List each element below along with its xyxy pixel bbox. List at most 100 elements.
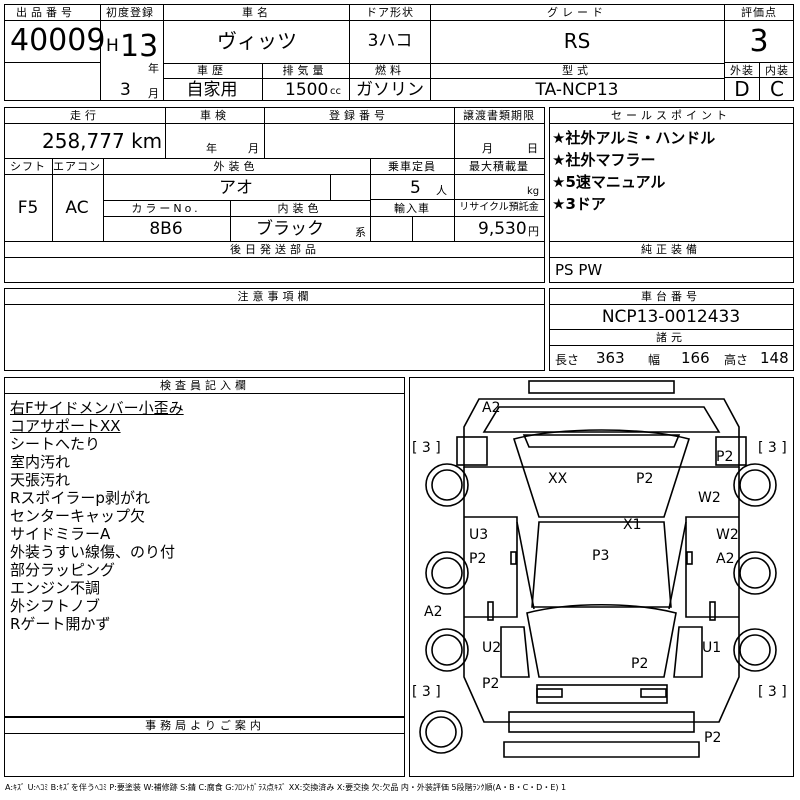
capacity-unit: 人: [436, 184, 447, 197]
tire-mark: [ 3 ]: [412, 440, 441, 456]
recycle-label: リサイクル預託金: [459, 202, 539, 213]
fuel-label: 燃料: [375, 64, 405, 77]
damage-mark: W2: [716, 527, 739, 543]
width-label: 幅: [648, 353, 661, 367]
int-color: ブラック: [256, 219, 324, 239]
ext-color-label: 外装色: [213, 160, 259, 173]
inspector-line: センターキャップ欠: [10, 507, 146, 525]
insp-year-unit: 年: [206, 142, 217, 155]
capacity-label: 乗車定員: [388, 160, 436, 173]
damage-mark: U1: [702, 640, 722, 656]
mileage-label: 走行: [70, 109, 100, 122]
inspector-line: エンジン不調: [10, 579, 101, 597]
color-no-label: カラーNo.: [131, 202, 201, 215]
sales-points-label: セールスポイント: [611, 109, 731, 122]
sales-point: ★社外アルミ・ハンドル: [552, 129, 716, 147]
model-label: 型式: [562, 64, 592, 77]
int-color-label: 内装色: [277, 202, 323, 215]
height: 148: [760, 349, 789, 367]
inspector-line: Rスポイラーp剥がれ: [10, 489, 150, 507]
inspector-line: Rゲート開かず: [10, 615, 111, 633]
inspector-line: シートへたり: [10, 435, 101, 453]
aircon: AC: [65, 198, 89, 218]
damage-mark: P2: [704, 730, 722, 746]
ac-label: エアコン: [53, 160, 101, 173]
tire-mark: [ 3 ]: [758, 440, 787, 456]
inspector-line: 天張汚れ: [10, 471, 71, 489]
score: 3: [749, 24, 769, 59]
reg-number-label: 登録番号: [329, 109, 389, 122]
lot-number: 40009: [10, 23, 106, 58]
tire-mark: [ 3 ]: [758, 684, 787, 700]
car-name-label: 車名: [242, 6, 272, 19]
door-label: ドア形状: [366, 6, 414, 19]
damage-mark: W2: [698, 490, 721, 506]
ext-score: D: [734, 77, 750, 101]
transfer-day-unit: 日: [527, 142, 538, 155]
history-label: 車歴: [197, 64, 227, 77]
insp-month-unit: 月: [248, 142, 259, 155]
length-label: 長さ: [555, 353, 580, 367]
fuel: ガソリン: [356, 80, 424, 100]
inspector-line: 外装うすい線傷、のり付: [10, 543, 176, 561]
history: 自家用: [186, 80, 238, 100]
damage-mark: A2: [482, 400, 501, 416]
disp-label: 排気量: [282, 64, 328, 77]
car-name: ヴィッツ: [217, 29, 297, 53]
dims-label: 諸元: [656, 331, 686, 344]
disp-unit: cc: [330, 86, 341, 97]
inspection-label: 車検: [200, 109, 230, 122]
model-code: TA-NCP13: [535, 80, 619, 100]
inspector-lines: 右Fサイドメンバー小歪み コアサポートXX シートへたり 室内汚れ 天張汚れ R…: [10, 397, 184, 633]
int-label: 内装: [765, 64, 789, 77]
damage-mark: P2: [482, 676, 500, 692]
first-reg-month: 3: [120, 80, 131, 100]
door-type: 3ハコ: [367, 31, 413, 51]
score-label: 評価点: [741, 6, 777, 19]
damage-mark: P2: [636, 471, 654, 487]
damage-mark: P2: [469, 551, 487, 567]
notes-label: 注意事項欄: [237, 290, 313, 303]
chassis-label: 車台番号: [641, 290, 701, 303]
era: H: [106, 36, 119, 56]
load-unit: kg: [527, 186, 540, 197]
damage-mark: U2: [482, 640, 502, 656]
equipment-label: 純正装備: [641, 243, 701, 256]
damage-mark: P2: [716, 449, 734, 465]
grade-label: グレード: [547, 6, 607, 19]
inspector-line: 右Fサイドメンバー小歪み: [10, 399, 184, 417]
first-reg-year: 13: [120, 29, 159, 64]
import-label: 輸入車: [394, 202, 430, 215]
damage-mark: P3: [592, 548, 610, 564]
int-score: C: [770, 77, 784, 101]
ext-color: アオ: [219, 178, 253, 198]
inspector-line: 部分ラッピング: [10, 561, 116, 579]
color-no: 8B6: [149, 219, 183, 239]
inspector-line: サイドミラーA: [10, 525, 111, 543]
recycle-unit: 円: [528, 225, 539, 238]
height-label: 高さ: [724, 353, 749, 367]
width: 166: [681, 349, 710, 367]
ext-label: 外装: [730, 64, 754, 77]
damage-mark: U3: [469, 527, 489, 543]
damage-mark: P2: [631, 656, 649, 672]
lot-label: 出品番号: [16, 6, 76, 19]
grade: RS: [563, 29, 591, 53]
inspector-line: 外シフトノブ: [10, 597, 101, 615]
office-label: 事務局よりご案内: [145, 719, 265, 732]
sales-point: ★3ドア: [552, 195, 606, 213]
legend-footer: A:ｷｽﾞ U:ﾍｺﾐ B:ｷｽﾞを伴うﾍｺﾐ P:要塗装 W:補修跡 S:錆 …: [5, 783, 567, 792]
damage-mark: A2: [424, 604, 443, 620]
length: 363: [596, 349, 625, 367]
first-reg-label: 初度登録: [106, 6, 154, 19]
transfer-month-unit: 月: [482, 142, 493, 155]
sales-point: ★5速マニュアル: [552, 173, 666, 191]
int-color-unit: 系: [355, 226, 366, 239]
later-parts-label: 後日発送部品: [230, 243, 320, 256]
damage-mark: X1: [623, 517, 642, 533]
equipment-value: PS PW: [555, 261, 603, 279]
damage-mark: A2: [716, 551, 735, 567]
sales-point: ★社外マフラー: [552, 151, 656, 169]
max-load-label: 最大積載量: [469, 160, 529, 173]
recycle-fee: 9,530: [478, 219, 527, 239]
